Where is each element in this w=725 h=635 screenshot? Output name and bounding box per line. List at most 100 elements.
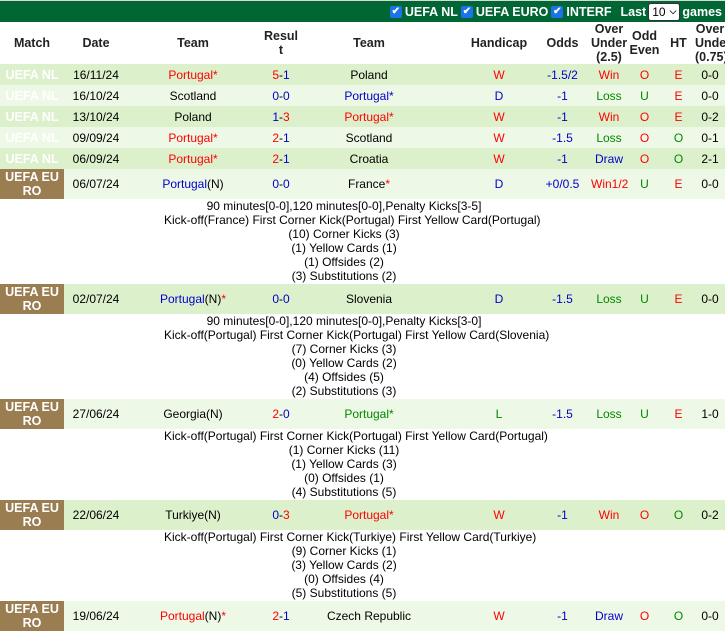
spacer-cell [434,399,464,429]
away-team-name[interactable]: Slovenia [346,292,392,306]
ht-value: 2-1 [701,151,719,166]
filter-uefa-nl[interactable]: ✔ UEFA NL [389,4,458,19]
competition-badge[interactable]: UEFA EURO [0,169,64,199]
match-outcome: W [464,106,534,127]
home-team[interactable]: Portugal(N) [128,169,258,199]
away-team-name[interactable]: Scotland [346,131,393,145]
score-home: 2 [272,609,279,623]
home-team[interactable]: Portugal* [128,148,258,169]
checkbox-checked-icon[interactable]: ✔ [460,5,473,18]
odds-result: Draw [591,148,627,169]
competition-badge[interactable]: UEFA NL [0,127,64,148]
away-team[interactable]: Scotland [304,127,434,148]
competition-badge[interactable]: UEFA NL [0,85,64,106]
away-team-name[interactable]: Portugal* [344,89,393,103]
competition-badge[interactable]: UEFA NL [0,106,64,127]
handicap: -1.5 [534,399,591,429]
match-result[interactable]: 2-1 [258,148,304,169]
away-team[interactable]: Slovenia [304,284,434,314]
match-result[interactable]: 5-1 [258,64,304,85]
home-team[interactable]: Georgia(N) [128,399,258,429]
home-team-name[interactable]: Portugal [160,292,205,306]
filter-label: UEFA NL [404,4,458,19]
away-team-name[interactable]: Poland [350,68,387,82]
favorite-marker: * [221,292,227,306]
half-time-score: 0-0 [695,284,725,314]
home-team[interactable]: Scotland [128,85,258,106]
match-result[interactable]: 2-1 [258,601,304,631]
oe-value: O [673,130,684,145]
home-team-name[interactable]: Portugal [160,609,205,623]
odd-even: E [662,64,695,85]
competition-badge[interactable]: UEFA NL [0,64,64,85]
home-team-name[interactable]: Portugal* [168,68,217,82]
home-team-name[interactable]: Scotland [170,89,217,103]
match-details: Kick-off(Portugal) First Corner Kick(Tur… [64,530,725,601]
competition-label: UEFA EURO [5,170,59,198]
handicap: -1 [534,106,591,127]
home-team[interactable]: Portugal(N)* [128,601,258,631]
match-details-row: Kick-off(Portugal) First Corner Kick(Por… [0,429,725,500]
match-result[interactable]: 0-0 [258,85,304,106]
competition-badge[interactable]: UEFA NL [0,148,64,169]
away-team[interactable]: Poland [304,64,434,85]
away-team-name[interactable]: Portugal* [344,110,393,124]
away-team[interactable]: Czech Republic [304,601,434,631]
away-team[interactable]: Portugal* [304,399,434,429]
home-team-name[interactable]: Portugal [162,177,207,191]
half-time-score: 0-2 [695,500,725,530]
away-team[interactable]: Portugal* [304,106,434,127]
match-result[interactable]: 2-1 [258,127,304,148]
home-team-name[interactable]: Georgia(N) [163,407,222,421]
away-team-name[interactable]: France [348,177,385,191]
competition-badge[interactable]: UEFA EURO [0,284,64,314]
checkbox-checked-icon[interactable]: ✔ [551,5,564,18]
home-team[interactable]: Poland [128,106,258,127]
match-result[interactable]: 0-0 [258,169,304,199]
home-team-name[interactable]: Turkiye(N) [165,508,221,522]
detail-line: (7) Corner Kicks (3) [291,342,397,356]
away-team[interactable]: Portugal* [304,500,434,530]
competition-label: UEFA NL [5,109,59,124]
home-team-name[interactable]: Portugal* [168,131,217,145]
away-team-name[interactable]: Portugal* [344,508,393,522]
date-text: 02/07/24 [72,292,120,306]
oe-value: O [673,609,684,623]
match-outcome: W [464,500,534,530]
match-result[interactable]: 0-3 [258,500,304,530]
score-away: 3 [283,109,290,124]
away-team-name[interactable]: Portugal* [344,407,393,421]
away-team-name[interactable]: Czech Republic [327,609,411,623]
competition-badge[interactable]: UEFA EURO [0,601,64,631]
match-result[interactable]: 2-0 [258,399,304,429]
away-team-name[interactable]: Croatia [350,152,389,166]
favorite-marker: * [385,177,391,191]
away-team[interactable]: France* [304,169,434,199]
home-team[interactable]: Turkiye(N) [128,500,258,530]
handicap-value: -1.5 [552,130,573,145]
away-team[interactable]: Croatia [304,148,434,169]
home-team-name[interactable]: Portugal* [168,152,217,166]
home-team[interactable]: Portugal* [128,64,258,85]
over-under-2-5: O [627,106,662,127]
odds-result: Loss [591,284,627,314]
odds-result: Win [591,106,627,127]
match-result[interactable]: 0-0 [258,284,304,314]
competition-badge[interactable]: UEFA EURO [0,399,64,429]
detail-line: (1) Offsides (2) [304,255,384,269]
match-outcome: W [464,64,534,85]
oe-value: O [673,151,684,166]
ht-value: 0-1 [701,130,719,145]
match-result[interactable]: 1-3 [258,106,304,127]
home-team-name[interactable]: Poland [174,110,211,124]
games-count-select[interactable]: 10 ⌵ [648,2,681,21]
home-team[interactable]: Portugal* [128,127,258,148]
away-team[interactable]: Portugal* [304,85,434,106]
table-row: UEFA NL 06/09/24 Portugal* 2-1 Croatia W -1 Dra… [0,148,725,169]
filter-uefa-euro[interactable]: ✔ UEFA EURO [460,5,548,19]
filter-interf[interactable]: ✔ INTERF [551,5,612,19]
outcome-text: W [493,67,505,82]
home-team[interactable]: Portugal(N)* [128,284,258,314]
checkbox-checked-icon[interactable]: ✔ [389,5,402,18]
competition-badge[interactable]: UEFA EURO [0,500,64,530]
